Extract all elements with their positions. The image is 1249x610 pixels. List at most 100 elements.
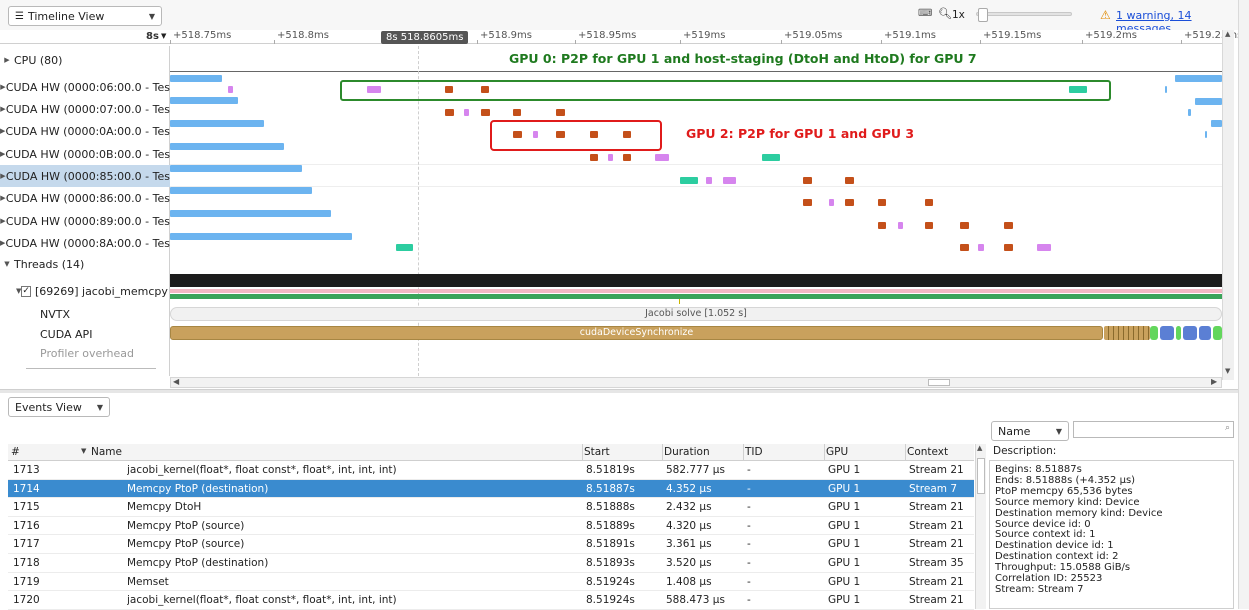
kernel-bar[interactable] <box>1211 120 1222 127</box>
kernel-bar[interactable] <box>1195 98 1222 105</box>
col-header-start[interactable]: Start <box>584 446 610 458</box>
kernel-bar[interactable] <box>170 165 302 172</box>
memcpy-bar[interactable] <box>803 199 812 206</box>
memcpy-bar[interactable] <box>367 86 381 93</box>
scroll-left-icon[interactable]: ◀ <box>173 377 179 386</box>
memcpy-bar[interactable] <box>445 86 453 93</box>
zoom-slider[interactable] <box>976 8 1072 22</box>
memcpy-bar[interactable] <box>396 244 413 251</box>
time-ruler[interactable]: 8s ▼ +518.75ms+518.8ms+518.9ms+518.95ms+… <box>0 30 1222 44</box>
col-header-duration[interactable]: Duration <box>664 446 710 458</box>
tree-row-cuda-89[interactable]: ▶CUDA HW (0000:89:00.0 - Tes <box>0 210 170 232</box>
tree-row-profiler[interactable]: Profiler overhead <box>0 342 170 364</box>
memcpy-bar[interactable] <box>623 131 631 138</box>
thread-checkbox[interactable]: ✓ <box>21 286 31 297</box>
memcpy-bar[interactable] <box>925 199 933 206</box>
memcpy-bar[interactable] <box>680 177 698 184</box>
filter-input[interactable]: ⌕ <box>1073 421 1234 438</box>
scroll-thumb[interactable] <box>977 458 985 494</box>
table-row[interactable]: 1713 jacobi_kernel(float*, float const*,… <box>8 461 974 480</box>
kernel-bar[interactable] <box>170 210 331 217</box>
tree-row-threads[interactable]: ▼Threads (14) <box>0 253 170 275</box>
memcpy-bar[interactable] <box>723 177 736 184</box>
col-header-gpu[interactable]: GPU <box>826 446 848 458</box>
memcpy-bar[interactable] <box>845 177 854 184</box>
tree-row-cuda-07[interactable]: ▶CUDA HW (0000:07:00.0 - Tes <box>0 98 170 120</box>
expand-icon[interactable]: ▶ <box>0 56 14 64</box>
memcpy-bar[interactable] <box>878 222 886 229</box>
memcpy-bar[interactable] <box>925 222 933 229</box>
kernel-bar[interactable] <box>170 75 222 82</box>
memcpy-bar[interactable] <box>878 199 886 206</box>
memcpy-bar[interactable] <box>513 109 521 116</box>
table-row[interactable]: 1716 Memcpy PtoP (source) 8.51889s 4.320… <box>8 517 974 536</box>
tree-row-nvtx[interactable]: NVTX <box>0 303 170 325</box>
events-view-selector[interactable]: Events View ▼ <box>8 397 110 417</box>
cuda-api-range-bar[interactable]: cudaDeviceSynchronize <box>170 326 1103 340</box>
table-row[interactable]: 1717 Memcpy PtoP (source) 8.51891s 3.361… <box>8 535 974 554</box>
zoom-slider-thumb[interactable] <box>978 8 988 22</box>
col-header-tid[interactable]: TID <box>745 446 763 458</box>
kernel-bar[interactable] <box>1175 75 1222 82</box>
filter-column-selector[interactable]: Name ▼ <box>991 421 1069 441</box>
table-row[interactable]: 1715 Memcpy DtoH 8.51888s 2.432 µs - GPU… <box>8 498 974 517</box>
scroll-thumb[interactable] <box>928 379 950 386</box>
memcpy-bar[interactable] <box>1069 86 1087 93</box>
memcpy-bar[interactable] <box>608 154 613 161</box>
tree-row-thread[interactable]: ▼ ✓ [69269] jacobi_memcpy ▼ <box>0 280 170 302</box>
scroll-up-icon[interactable]: ▲ <box>977 444 982 452</box>
memcpy-bar[interactable] <box>623 154 631 161</box>
timeline-horizontal-scrollbar[interactable]: ◀ ▶ <box>170 377 1222 388</box>
keyboard-icon[interactable]: ⌨ <box>918 8 932 19</box>
memcpy-bar[interactable] <box>1004 244 1013 251</box>
memcpy-bar[interactable] <box>590 131 598 138</box>
collapse-icon[interactable]: ▼ <box>0 260 14 268</box>
kernel-bar[interactable] <box>1205 131 1207 138</box>
tree-row-cpu[interactable]: ▶CPU (80) <box>0 49 170 71</box>
memcpy-bar[interactable] <box>228 86 233 93</box>
memcpy-bar[interactable] <box>978 244 984 251</box>
tree-row-cuda-06[interactable]: ▶CUDA HW (0000:06:00.0 - Tes <box>0 76 170 98</box>
tree-row-cuda-85[interactable]: ▶CUDA HW (0000:85:00.0 - Tes <box>0 165 170 187</box>
memcpy-bar[interactable] <box>898 222 903 229</box>
zoom-icon[interactable]: 🔍︎ <box>938 7 952 20</box>
tree-row-cuda-0a[interactable]: ▶CUDA HW (0000:0A:00.0 - Tes <box>0 120 170 142</box>
events-table-scrollbar[interactable]: ▲ <box>975 444 986 609</box>
memcpy-bar[interactable] <box>845 199 854 206</box>
memcpy-bar[interactable] <box>481 86 489 93</box>
memcpy-bar[interactable] <box>556 109 565 116</box>
kernel-bar[interactable] <box>1188 109 1191 116</box>
view-selector[interactable]: ☰ Timeline View ▼ <box>8 6 162 26</box>
memcpy-bar[interactable] <box>803 177 812 184</box>
memcpy-bar[interactable] <box>829 199 834 206</box>
scroll-down-icon[interactable]: ▼ <box>1225 367 1230 375</box>
table-row[interactable]: 1718 Memcpy PtoP (destination) 8.51893s … <box>8 554 974 573</box>
tree-row-cuda-86[interactable]: ▶CUDA HW (0000:86:00.0 - Tes <box>0 187 170 209</box>
memcpy-bar[interactable] <box>960 244 969 251</box>
memcpy-bar[interactable] <box>706 177 712 184</box>
api-call-bar[interactable] <box>1160 326 1174 340</box>
scroll-right-icon[interactable]: ▶ <box>1211 377 1217 386</box>
memcpy-bar[interactable] <box>533 131 538 138</box>
kernel-bar[interactable] <box>170 143 284 150</box>
col-header-name[interactable]: Name <box>91 446 122 458</box>
kernel-bar[interactable] <box>1165 86 1167 93</box>
sort-icon[interactable]: ▼ <box>81 447 86 455</box>
api-call-bar[interactable] <box>1213 326 1222 340</box>
memcpy-bar[interactable] <box>556 131 565 138</box>
table-row[interactable]: 1720 jacobi_kernel(float*, float const*,… <box>8 591 974 610</box>
api-call-bar[interactable] <box>1176 326 1181 340</box>
window-scrollbar[interactable] <box>1238 0 1249 609</box>
api-call-cluster[interactable] <box>1104 326 1150 340</box>
api-call-bar[interactable] <box>1150 326 1158 340</box>
table-row-selected[interactable]: 1714 Memcpy PtoP (destination) 8.51887s … <box>8 480 974 499</box>
tree-row-cuda-0b[interactable]: ▶CUDA HW (0000:0B:00.0 - Tes <box>0 143 170 165</box>
memcpy-bar[interactable] <box>464 109 469 116</box>
memcpy-bar[interactable] <box>513 131 522 138</box>
table-row[interactable]: 1719 Memset 8.51924s 1.408 µs - GPU 1 St… <box>8 573 974 592</box>
kernel-bar[interactable] <box>170 187 312 194</box>
memcpy-bar[interactable] <box>590 154 598 161</box>
api-call-bar[interactable] <box>1183 326 1197 340</box>
api-call-bar[interactable] <box>1199 326 1211 340</box>
memcpy-bar[interactable] <box>1004 222 1013 229</box>
